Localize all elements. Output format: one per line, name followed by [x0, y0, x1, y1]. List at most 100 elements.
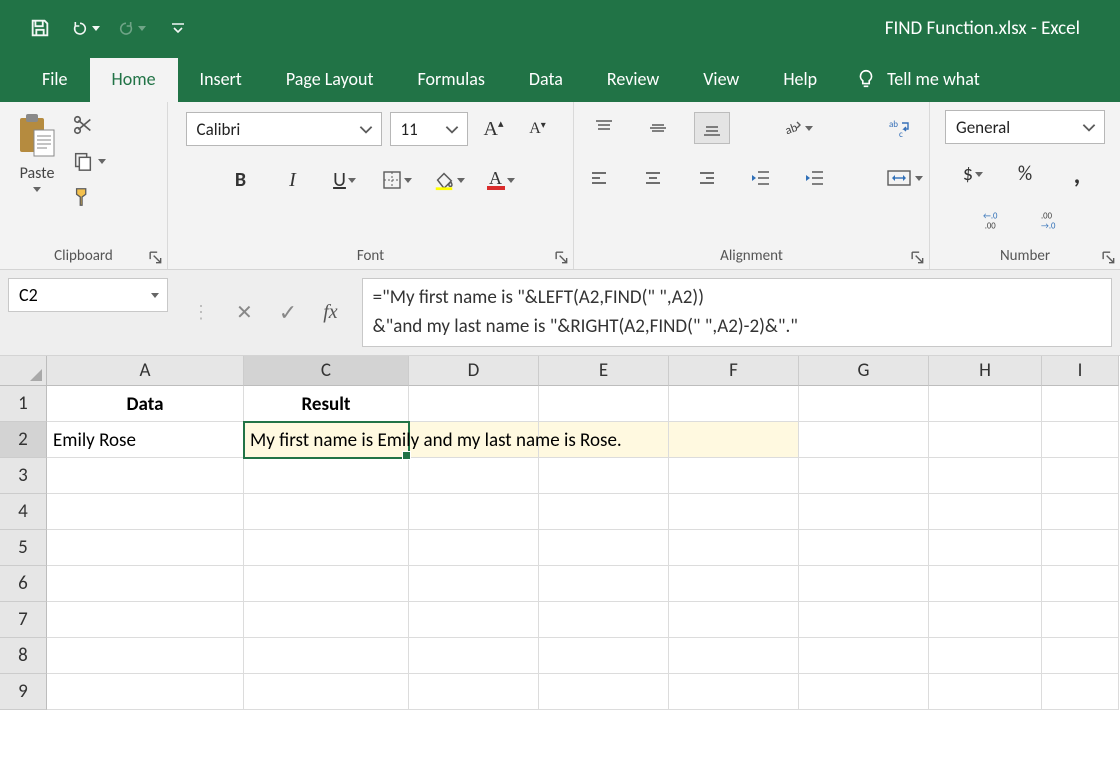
row-header-1[interactable]: 1: [0, 386, 47, 422]
cell-I6[interactable]: [1042, 566, 1119, 602]
increase-decimal-button[interactable]: ←.0.00: [978, 204, 1014, 236]
cell-G7[interactable]: [799, 602, 929, 638]
cell-I4[interactable]: [1042, 494, 1119, 530]
cell-F8[interactable]: [669, 638, 799, 674]
accept-formula-button[interactable]: ✓: [279, 299, 297, 326]
undo-button[interactable]: [72, 14, 100, 42]
column-header-D[interactable]: D: [409, 356, 539, 386]
select-all-corner[interactable]: [0, 356, 47, 386]
cell-E7[interactable]: [539, 602, 669, 638]
comma-format-button[interactable]: ,: [1059, 158, 1095, 190]
align-right-button[interactable]: [689, 162, 725, 194]
cell-F4[interactable]: [669, 494, 799, 530]
cell-C7[interactable]: [244, 602, 409, 638]
cell-A8[interactable]: [47, 638, 244, 674]
cell-D3[interactable]: [409, 458, 539, 494]
cell-F1[interactable]: [669, 386, 799, 422]
tab-file[interactable]: File: [20, 58, 90, 102]
copy-button[interactable]: [72, 148, 106, 174]
font-size-combo[interactable]: 11: [390, 112, 468, 146]
cell-C1[interactable]: Result: [244, 386, 409, 422]
cell-G1[interactable]: [799, 386, 929, 422]
cell-E9[interactable]: [539, 674, 669, 710]
column-header-H[interactable]: H: [929, 356, 1042, 386]
bold-button[interactable]: B: [223, 164, 259, 196]
cell-F5[interactable]: [669, 530, 799, 566]
row-header-7[interactable]: 7: [0, 602, 47, 638]
fill-color-button[interactable]: [431, 164, 467, 196]
cell-D1[interactable]: [409, 386, 539, 422]
tab-home[interactable]: Home: [90, 58, 178, 102]
cut-button[interactable]: [72, 112, 106, 138]
font-color-button[interactable]: A: [483, 164, 519, 196]
cell-A6[interactable]: [47, 566, 244, 602]
number-format-combo[interactable]: General: [945, 110, 1105, 144]
cell-C6[interactable]: [244, 566, 409, 602]
cell-G2[interactable]: [799, 422, 929, 458]
increase-font-button[interactable]: A▴: [476, 113, 512, 145]
cell-G4[interactable]: [799, 494, 929, 530]
column-header-C[interactable]: C: [244, 356, 409, 386]
cell-H2[interactable]: [929, 422, 1042, 458]
tab-page-layout[interactable]: Page Layout: [264, 58, 396, 102]
cell-A9[interactable]: [47, 674, 244, 710]
tab-help[interactable]: Help: [761, 58, 839, 102]
cell-C5[interactable]: [244, 530, 409, 566]
cell-E6[interactable]: [539, 566, 669, 602]
cell-H4[interactable]: [929, 494, 1042, 530]
tell-me-search[interactable]: Tell me what: [839, 58, 984, 102]
column-header-G[interactable]: G: [799, 356, 929, 386]
tab-review[interactable]: Review: [585, 58, 681, 102]
cell-C2[interactable]: My first name is Emily and my last name …: [244, 422, 409, 458]
name-box[interactable]: C2: [8, 278, 168, 312]
cell-E5[interactable]: [539, 530, 669, 566]
cell-C9[interactable]: [244, 674, 409, 710]
row-header-3[interactable]: 3: [0, 458, 47, 494]
cell-G5[interactable]: [799, 530, 929, 566]
decrease-decimal-button[interactable]: .00→.0: [1036, 204, 1072, 236]
tab-view[interactable]: View: [681, 58, 761, 102]
align-bottom-button[interactable]: [694, 112, 730, 144]
cell-H5[interactable]: [929, 530, 1042, 566]
row-header-6[interactable]: 6: [0, 566, 47, 602]
cell-G3[interactable]: [799, 458, 929, 494]
align-center-button[interactable]: [635, 162, 671, 194]
cell-A2[interactable]: Emily Rose: [47, 422, 244, 458]
cell-A7[interactable]: [47, 602, 244, 638]
cell-C3[interactable]: [244, 458, 409, 494]
cell-F6[interactable]: [669, 566, 799, 602]
cell-D8[interactable]: [409, 638, 539, 674]
cell-D9[interactable]: [409, 674, 539, 710]
orientation-button[interactable]: ab: [780, 112, 816, 144]
increase-indent-button[interactable]: [797, 162, 833, 194]
cell-E4[interactable]: [539, 494, 669, 530]
paste-button[interactable]: Paste: [8, 108, 66, 196]
cell-A4[interactable]: [47, 494, 244, 530]
row-header-4[interactable]: 4: [0, 494, 47, 530]
cell-D4[interactable]: [409, 494, 539, 530]
number-launcher-icon[interactable]: [1102, 251, 1116, 265]
align-left-button[interactable]: [581, 162, 617, 194]
cell-I5[interactable]: [1042, 530, 1119, 566]
cell-E8[interactable]: [539, 638, 669, 674]
column-header-F[interactable]: F: [669, 356, 799, 386]
format-painter-button[interactable]: [72, 184, 106, 210]
cell-A1[interactable]: Data: [47, 386, 244, 422]
row-header-9[interactable]: 9: [0, 674, 47, 710]
row-header-5[interactable]: 5: [0, 530, 47, 566]
merge-center-button[interactable]: [887, 162, 923, 194]
cell-A5[interactable]: [47, 530, 244, 566]
clipboard-launcher-icon[interactable]: [149, 251, 163, 265]
cell-H3[interactable]: [929, 458, 1042, 494]
cell-F9[interactable]: [669, 674, 799, 710]
align-top-button[interactable]: [586, 112, 622, 144]
cell-I3[interactable]: [1042, 458, 1119, 494]
formula-input[interactable]: ="My first name is "&LEFT(A2,FIND(" ",A2…: [362, 278, 1112, 347]
qat-customize-icon[interactable]: [164, 14, 192, 42]
font-name-combo[interactable]: Calibri: [186, 112, 382, 146]
cell-C4[interactable]: [244, 494, 409, 530]
insert-function-button[interactable]: fx: [323, 301, 337, 324]
cell-H1[interactable]: [929, 386, 1042, 422]
decrease-font-button[interactable]: A▾: [520, 113, 556, 145]
cell-D5[interactable]: [409, 530, 539, 566]
